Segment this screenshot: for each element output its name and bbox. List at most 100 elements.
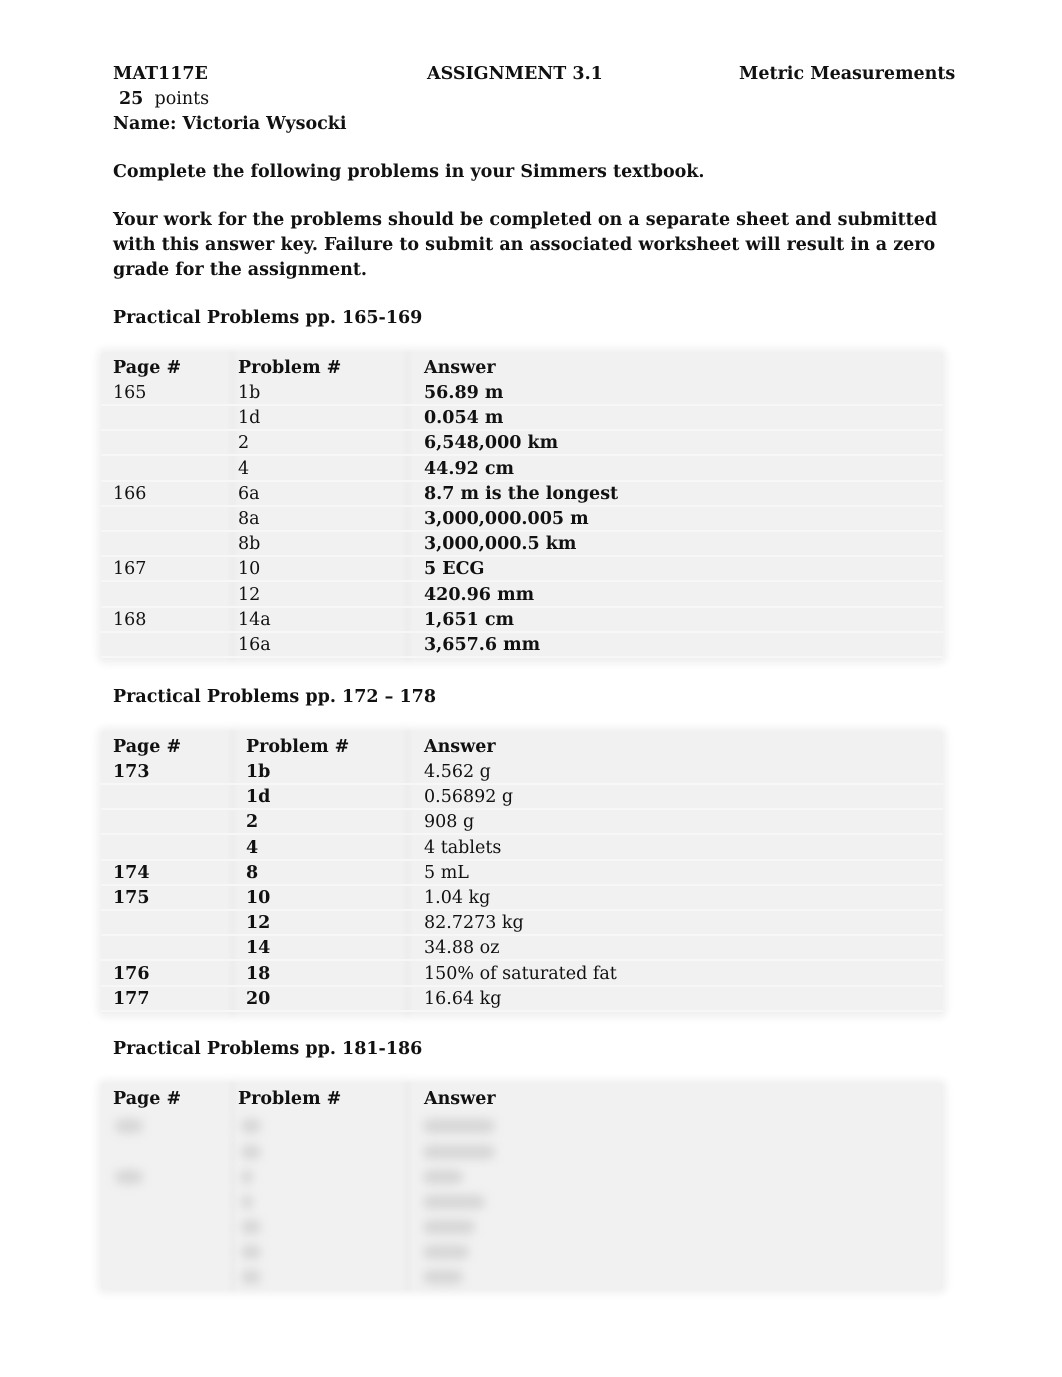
problem-cell: 10 bbox=[246, 888, 271, 908]
problem-cell: 8a bbox=[238, 509, 260, 529]
blurred-cell bbox=[423, 1245, 469, 1259]
answer-cell: 3,000,000.005 m bbox=[424, 509, 589, 529]
problem-cell: 2 bbox=[246, 812, 259, 833]
blurred-cell bbox=[423, 1170, 463, 1184]
table-header-row: Page # Problem # Answer bbox=[101, 356, 943, 381]
answer-cell: 4.562 g bbox=[424, 762, 491, 782]
blurred-cell bbox=[241, 1170, 253, 1184]
column-header-answer: Answer bbox=[424, 737, 496, 757]
blurred-cell bbox=[241, 1119, 261, 1133]
page-cell: 174 bbox=[113, 862, 150, 883]
column-header-answer: Answer bbox=[424, 358, 496, 378]
problem-cell: 16a bbox=[238, 635, 271, 655]
answer-cell: 908 g bbox=[424, 812, 475, 833]
column-header-problem: Problem # bbox=[238, 358, 342, 378]
problem-cell: 1b bbox=[238, 383, 261, 403]
answer-cell: 8.7 m is the longest bbox=[424, 483, 619, 504]
blurred-cell bbox=[241, 1220, 261, 1234]
table-row: 173 1b 4.562 g bbox=[101, 760, 943, 785]
blurred-cell bbox=[241, 1270, 261, 1284]
problem-cell: 8 bbox=[246, 862, 259, 883]
page-cell: 168 bbox=[113, 609, 147, 630]
blurred-cell bbox=[241, 1145, 261, 1159]
answer-cell: 1.04 kg bbox=[424, 888, 491, 908]
answer-cell: 5 ECG bbox=[424, 559, 485, 580]
problem-cell: 12 bbox=[246, 913, 271, 934]
answer-cell: 0.56892 g bbox=[424, 787, 514, 808]
blurred-cell bbox=[115, 1119, 143, 1133]
table-row: 8b 3,000,000.5 km bbox=[101, 532, 943, 557]
problem-cell: 20 bbox=[246, 988, 271, 1009]
column-header-page: Page # bbox=[113, 1089, 182, 1109]
problem-cell: 4 bbox=[238, 458, 250, 479]
table-row: 8a 3,000,000.005 m bbox=[101, 507, 943, 532]
column-header-page: Page # bbox=[113, 737, 182, 757]
course-code: MAT117E bbox=[113, 64, 208, 84]
blurred-cell bbox=[423, 1220, 475, 1234]
table-row: 2 6,548,000 km bbox=[101, 431, 943, 456]
assignment-topic: Metric Measurements bbox=[739, 64, 956, 84]
page-cell: 173 bbox=[113, 762, 150, 782]
table-header-row: Page # Problem # Answer bbox=[101, 1087, 943, 1112]
problem-cell: 4 bbox=[246, 837, 259, 858]
section-title: Practical Problems pp. 165-169 bbox=[113, 308, 423, 328]
blurred-cell bbox=[241, 1195, 253, 1209]
column-header-page: Page # bbox=[113, 358, 182, 378]
answer-cell: 5 mL bbox=[424, 862, 469, 883]
answer-cell: 3,000,000.5 km bbox=[424, 534, 577, 555]
submission-note-line-3: grade for the assignment. bbox=[113, 260, 368, 280]
answer-table-3: Page # Problem # Answer bbox=[101, 1083, 943, 1290]
problem-cell: 1d bbox=[238, 408, 261, 429]
table-row: 165 1b 56.89 m bbox=[101, 381, 943, 406]
instruction-text: Complete the following problems in your … bbox=[113, 162, 705, 182]
table-row: 4 4 tablets bbox=[101, 836, 943, 861]
table-row: 176 18 150% of saturated fat bbox=[101, 962, 943, 987]
student-name: Name: Victoria Wysocki bbox=[113, 114, 347, 134]
blurred-cell bbox=[115, 1170, 143, 1184]
column-header-problem: Problem # bbox=[238, 1089, 342, 1109]
problem-cell: 14 bbox=[246, 938, 271, 959]
table-row: 4 44.92 cm bbox=[101, 457, 943, 482]
points-label: points bbox=[154, 89, 210, 109]
page-cell: 176 bbox=[113, 963, 150, 984]
table-header-row: Page # Problem # Answer bbox=[101, 735, 943, 760]
answer-cell: 1,651 cm bbox=[424, 609, 515, 630]
section-title: Practical Problems pp. 181-186 bbox=[113, 1039, 423, 1059]
problem-cell: 18 bbox=[246, 963, 271, 984]
table-row: 12 420.96 mm bbox=[101, 583, 943, 608]
page-cell: 165 bbox=[113, 383, 147, 403]
answer-cell: 3,657.6 mm bbox=[424, 635, 541, 655]
column-header-problem: Problem # bbox=[246, 737, 350, 757]
points-value: 25 bbox=[119, 89, 144, 109]
problem-cell: 10 bbox=[238, 559, 261, 580]
table-row: 1d 0.054 m bbox=[101, 406, 943, 431]
table-row: 175 10 1.04 kg bbox=[101, 886, 943, 911]
answer-cell: 420.96 mm bbox=[424, 584, 535, 605]
column-divider bbox=[231, 1083, 234, 1290]
problem-cell: 8b bbox=[238, 534, 261, 555]
answer-cell: 82.7273 kg bbox=[424, 913, 524, 934]
section-title: Practical Problems pp. 172 – 178 bbox=[113, 687, 437, 707]
answer-table-1: Page # Problem # Answer 165 1b 56.89 m 1d 0.… bbox=[101, 352, 943, 660]
table-row: 177 20 16.64 kg bbox=[101, 987, 943, 1012]
blurred-cell bbox=[423, 1270, 463, 1284]
table-row: 174 8 5 mL bbox=[101, 861, 943, 886]
submission-note-line-2: with this answer key. Failure to submit … bbox=[113, 235, 936, 255]
page-cell: 177 bbox=[113, 988, 150, 1009]
page-cell: 167 bbox=[113, 559, 147, 580]
table-row: 168 14a 1,651 cm bbox=[101, 608, 943, 633]
answer-table-2: Page # Problem # Answer 173 1b 4.562 g 1d 0.… bbox=[101, 731, 943, 1014]
column-divider bbox=[406, 1083, 409, 1290]
blurred-cell bbox=[241, 1245, 261, 1259]
table-row: 14 34.88 oz bbox=[101, 936, 943, 961]
page-cell: 175 bbox=[113, 888, 150, 908]
problem-cell: 6a bbox=[238, 483, 260, 504]
table-row: 16a 3,657.6 mm bbox=[101, 633, 943, 658]
points-line: 25 points bbox=[119, 87, 209, 112]
table-row: 166 6a 8.7 m is the longest bbox=[101, 482, 943, 507]
column-header-answer: Answer bbox=[424, 1089, 496, 1109]
blurred-cell bbox=[423, 1145, 495, 1159]
submission-note-line-1: Your work for the problems should be com… bbox=[113, 210, 938, 230]
answer-cell: 16.64 kg bbox=[424, 988, 502, 1009]
assignment-title: ASSIGNMENT 3.1 bbox=[427, 64, 603, 84]
